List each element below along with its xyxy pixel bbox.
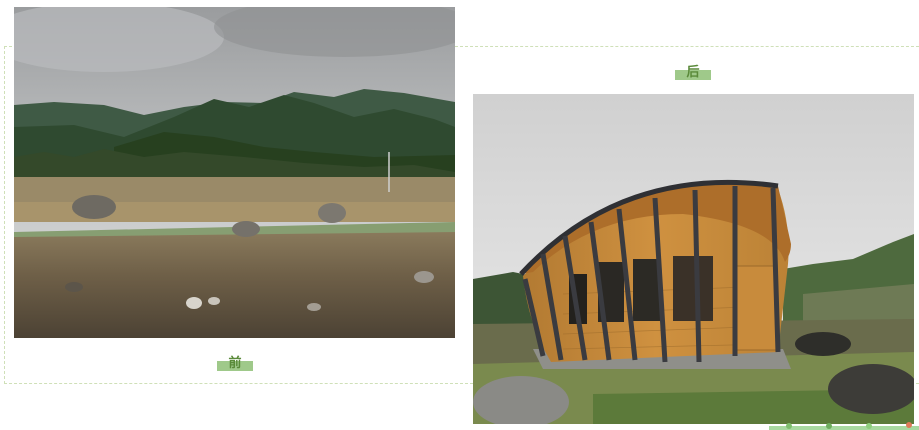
after-photo	[473, 94, 914, 424]
before-label: 前	[217, 356, 253, 371]
before-label-text: 前	[228, 356, 242, 371]
floral-decoration	[769, 422, 919, 430]
before-photo	[14, 7, 455, 338]
after-label: 后	[675, 65, 711, 80]
after-label-text: 后	[686, 65, 700, 80]
